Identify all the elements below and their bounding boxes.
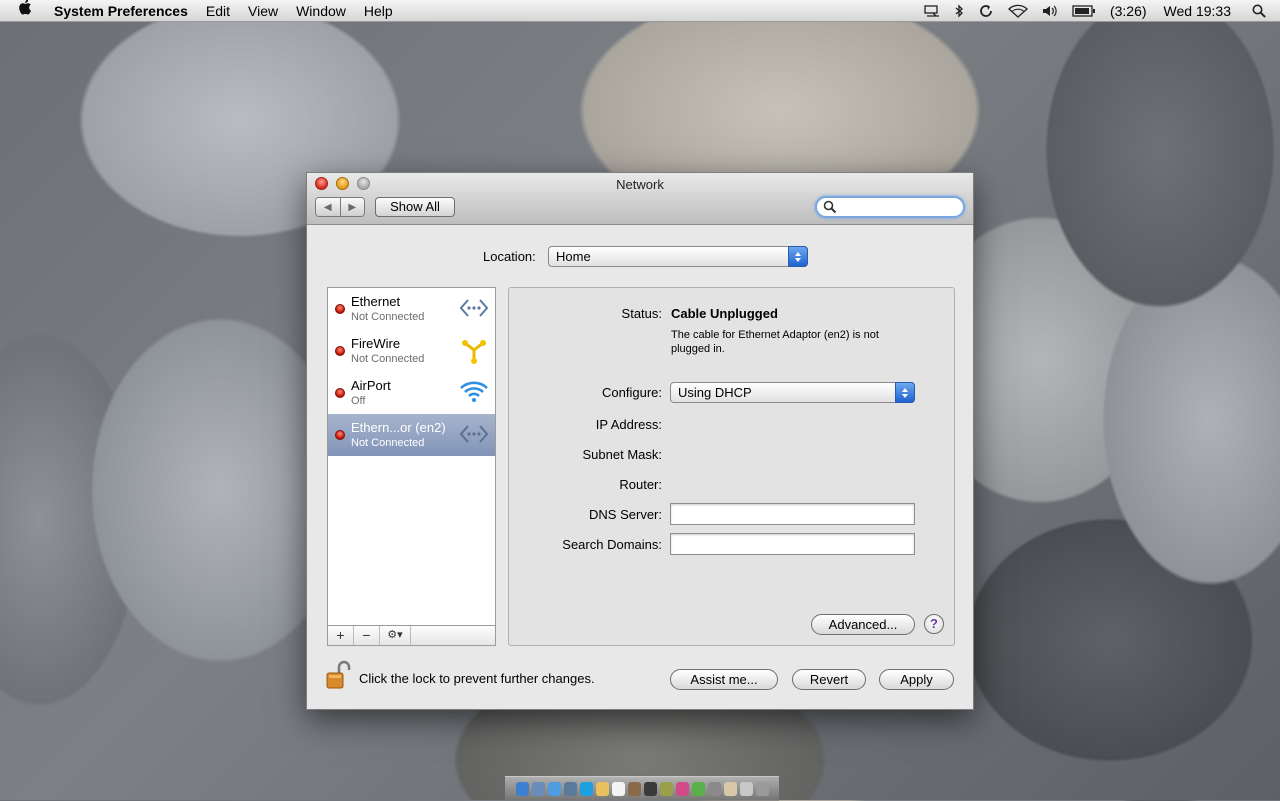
menu-edit[interactable]: Edit (197, 0, 239, 22)
network-window: Network ◀ ▶ Show All Location: Home Ethe… (306, 172, 974, 710)
service-firewire[interactable]: FireWire Not Connected (328, 330, 495, 372)
back-arrow-icon: ◀ (323, 201, 332, 213)
search-domains-label: Search Domains: (562, 537, 662, 552)
spotlight-icon[interactable] (1245, 4, 1280, 18)
finder-icon[interactable] (515, 782, 529, 796)
forward-button[interactable]: ▶ (339, 198, 364, 216)
dns-server-label: DNS Server: (589, 507, 662, 522)
documents-icon[interactable] (739, 782, 753, 796)
battery-time: (3:26) (1109, 2, 1147, 19)
search-icon (823, 200, 837, 217)
trash-icon[interactable] (755, 782, 769, 796)
service-detail-pane: Status: Cable Unplugged The cable for Et… (508, 287, 955, 646)
router-label: Router: (619, 477, 662, 492)
add-service-button[interactable]: + (328, 626, 354, 645)
ethernet-icon (459, 295, 489, 324)
dock (505, 776, 779, 801)
advanced-button[interactable]: Advanced... (811, 614, 915, 635)
service-list-toolbar: + − ⚙▾ (327, 625, 496, 646)
status-dot-icon (335, 388, 345, 398)
notes-icon[interactable] (595, 782, 609, 796)
home-folder-icon[interactable] (723, 782, 737, 796)
lock-icon[interactable] (325, 659, 353, 694)
apply-button[interactable]: Apply (879, 669, 954, 690)
forward-arrow-icon: ▶ (348, 201, 357, 213)
remove-service-button[interactable]: − (354, 626, 380, 645)
window-titlebar: Network ◀ ▶ Show All (307, 173, 973, 225)
service-status: Not Connected (351, 311, 425, 323)
gear-menu-button[interactable]: ⚙▾ (380, 626, 411, 645)
service-name: Ethern...or (en2) (351, 420, 446, 435)
photos-icon[interactable] (659, 782, 673, 796)
status-value: Cable Unplugged (671, 306, 778, 321)
status-dot-icon (335, 430, 345, 440)
configure-popup[interactable]: Using DHCP (670, 382, 915, 403)
configure-label: Configure: (602, 385, 662, 400)
search-field[interactable] (815, 196, 965, 218)
battery-icon[interactable] (1065, 4, 1103, 17)
assist-me-button[interactable]: Assist me... (670, 669, 778, 690)
airport-icon (459, 379, 489, 408)
pen-icon[interactable] (643, 782, 657, 796)
location-popup[interactable]: Home (548, 246, 808, 267)
app-store-icon[interactable] (547, 782, 561, 796)
chat-icon[interactable] (691, 782, 705, 796)
show-all-button[interactable]: Show All (375, 197, 455, 217)
display-mirror-icon[interactable] (917, 4, 947, 18)
status-dot-icon (335, 304, 345, 314)
menu-bar: System Preferences Edit View Window Help… (0, 0, 1280, 22)
back-button[interactable]: ◀ (316, 198, 340, 216)
service-status: Not Connected (351, 353, 425, 365)
preview-icon[interactable] (627, 782, 641, 796)
bluetooth-icon[interactable] (947, 3, 971, 18)
system-preferences-icon[interactable] (707, 782, 721, 796)
configure-value: Using DHCP (678, 385, 752, 400)
status-dot-icon (335, 346, 345, 356)
service-name: AirPort (351, 378, 391, 393)
dns-server-field[interactable] (670, 503, 915, 525)
popup-arrows-icon (788, 246, 808, 267)
search-domains-field[interactable] (670, 533, 915, 555)
ip-address-label: IP Address: (595, 417, 662, 432)
mail-icon[interactable] (531, 782, 545, 796)
service-status: Off (351, 395, 366, 407)
revert-button[interactable]: Revert (792, 669, 866, 690)
service-status: Not Connected (351, 437, 425, 449)
menu-window[interactable]: Window (287, 0, 355, 22)
lock-message: Click the lock to prevent further change… (359, 671, 595, 686)
location-label: Location: (483, 249, 536, 264)
clock[interactable]: Wed 19:33 (1154, 0, 1245, 22)
location-value: Home (556, 249, 591, 264)
service-name: Ethernet (351, 294, 401, 309)
popup-arrows-icon (895, 382, 915, 403)
volume-icon[interactable] (1035, 4, 1065, 18)
menu-help[interactable]: Help (355, 0, 402, 22)
service-ethernet-en2[interactable]: Ethern...or (en2) Not Connected (328, 414, 495, 456)
apple-menu-icon[interactable] (18, 0, 38, 22)
service-list: Ethernet Not Connected FireWire Not Conn… (327, 287, 496, 646)
service-ethernet[interactable]: Ethernet Not Connected (328, 288, 495, 330)
status-label: Status: (621, 306, 662, 321)
menu-app-name[interactable]: System Preferences (52, 0, 197, 22)
wifi-icon[interactable] (1001, 4, 1035, 18)
firewire-icon (459, 337, 489, 368)
window-title: Network (616, 177, 664, 192)
service-name: FireWire (351, 336, 401, 351)
menu-view[interactable]: View (239, 0, 287, 22)
service-airport[interactable]: AirPort Off (328, 372, 495, 414)
network-utility-icon[interactable] (563, 782, 577, 796)
skype-icon[interactable] (579, 782, 593, 796)
subnet-mask-label: Subnet Mask: (582, 447, 663, 462)
back-forward-control: ◀ ▶ (315, 197, 365, 217)
help-button[interactable]: ? (924, 614, 944, 634)
ethernet-icon (459, 421, 489, 450)
time-machine-icon[interactable] (971, 3, 1001, 19)
itunes-icon[interactable] (675, 782, 689, 796)
calendar-icon[interactable] (611, 782, 625, 796)
status-description: The cable for Ethernet Adaptor (en2) is … (671, 329, 879, 355)
